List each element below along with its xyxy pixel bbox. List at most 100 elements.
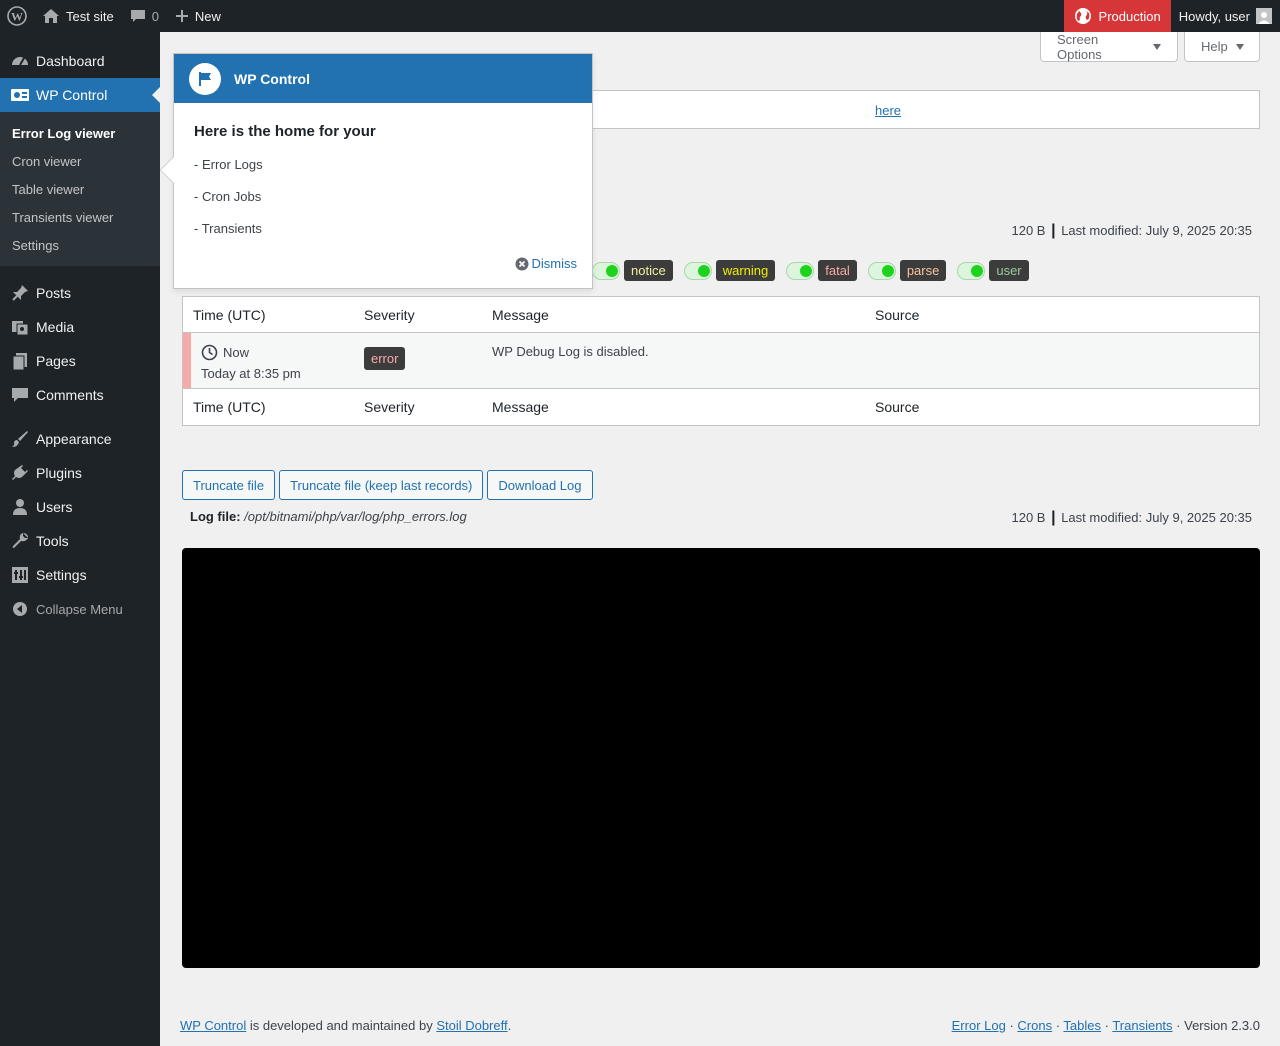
clock-icon <box>201 344 218 361</box>
sidebar-item-comments[interactable]: Comments <box>0 378 160 412</box>
filter-fatal[interactable]: fatal <box>786 260 857 281</box>
notice-link[interactable]: here <box>875 103 901 118</box>
footer-end-text: . <box>507 1018 512 1033</box>
sidebar-item-dashboard[interactable]: Dashboard <box>0 44 160 78</box>
sidebar-item-label: Appearance <box>36 431 112 447</box>
help-label: Help <box>1201 39 1228 54</box>
column-footer-source[interactable]: Source <box>875 399 1259 415</box>
wp-control-icon <box>10 85 30 105</box>
file-size: 120 B <box>1011 223 1046 238</box>
media-icon <box>10 317 30 337</box>
column-header-message[interactable]: Message <box>492 307 875 323</box>
sidebar-item-label: WP Control <box>36 87 108 103</box>
footer-link-crons[interactable]: Crons <box>1017 1018 1052 1033</box>
column-footer-message[interactable]: Message <box>492 399 875 415</box>
filter-notice[interactable]: notice <box>592 260 673 281</box>
toggle-switch[interactable] <box>786 261 815 280</box>
filter-parse[interactable]: parse <box>867 260 947 281</box>
truncate-file-button[interactable]: Truncate file <box>182 470 276 500</box>
file-meta-bottom: 120 B | Last modified: July 9, 2025 20:3… <box>1011 509 1252 527</box>
wordpress-logo-icon[interactable]: W <box>0 0 34 32</box>
submenu-cron-viewer[interactable]: Cron viewer <box>0 147 160 175</box>
sidebar-item-pages[interactable]: Pages <box>0 344 160 378</box>
sidebar-item-users[interactable]: Users <box>0 490 160 524</box>
site-name-link[interactable]: Test site <box>34 0 122 32</box>
download-log-button[interactable]: Download Log <box>487 470 593 500</box>
wrench-icon <box>10 531 30 551</box>
sidebar-item-wp-control[interactable]: WP Control <box>0 78 160 112</box>
last-modified: Last modified: July 9, 2025 20:35 <box>1061 223 1252 238</box>
globe-icon <box>1074 7 1092 25</box>
admin-sidebar: Dashboard WP Control Error Log viewer Cr… <box>0 32 160 1046</box>
footer-version: Version 2.3.0 <box>1184 1018 1260 1033</box>
site-name: Test site <box>66 8 114 24</box>
toggle-switch[interactable] <box>957 261 986 280</box>
screen-options-button[interactable]: Screen Options <box>1040 32 1178 62</box>
severity-badge: error <box>364 347 406 370</box>
environment-badge[interactable]: Production <box>1063 0 1171 32</box>
log-console[interactable] <box>182 548 1260 968</box>
toggle-switch[interactable] <box>867 261 896 280</box>
new-label: New <box>194 8 221 24</box>
column-footer-severity[interactable]: Severity <box>364 399 492 415</box>
comments-count: 0 <box>151 8 159 24</box>
sidebar-item-label: Settings <box>36 567 87 583</box>
filter-user[interactable]: user <box>957 260 1029 281</box>
column-header-source[interactable]: Source <box>875 307 1259 323</box>
sidebar-item-plugins[interactable]: Plugins <box>0 456 160 490</box>
sidebar-item-label: Dashboard <box>36 53 105 69</box>
severity-filters: notice warning fatal parse user <box>592 260 1040 281</box>
sidebar-item-label: Media <box>36 319 75 335</box>
footer-dot: · <box>1052 1018 1064 1033</box>
pin-icon <box>10 283 30 303</box>
filter-warning[interactable]: warning <box>683 260 776 281</box>
howdy-text: Howdy, user <box>1178 8 1250 24</box>
column-header-severity[interactable]: Severity <box>364 307 492 323</box>
footer-middle-text: is developed and maintained by <box>246 1018 437 1033</box>
submenu-settings[interactable]: Settings <box>0 231 160 259</box>
flag-icon <box>189 62 221 95</box>
sidebar-item-tools[interactable]: Tools <box>0 524 160 558</box>
pointer-item: - Error Logs <box>194 157 263 172</box>
footer-link-error-log[interactable]: Error Log <box>952 1018 1006 1033</box>
toggle-switch[interactable] <box>592 261 620 280</box>
footer-links: Error Log · Crons · Tables · Transients … <box>952 1018 1260 1033</box>
wp-control-submenu: Error Log viewer Cron viewer Table viewe… <box>0 112 160 266</box>
pointer-item: - Transients <box>194 221 262 236</box>
avatar <box>1256 8 1272 24</box>
submenu-table-viewer[interactable]: Table viewer <box>0 175 160 203</box>
sidebar-item-label: Pages <box>36 353 76 369</box>
comment-icon <box>10 385 30 405</box>
dismiss-label: Dismiss <box>531 256 578 271</box>
column-footer-time[interactable]: Time (UTC) <box>183 399 364 415</box>
new-content-link[interactable]: New <box>167 0 229 32</box>
collapse-menu-button[interactable]: Collapse Menu <box>0 592 160 626</box>
error-log-table: Time (UTC) Severity Message Source Now T… <box>182 296 1260 426</box>
my-account-link[interactable]: Howdy, user <box>1171 0 1280 32</box>
help-button[interactable]: Help <box>1184 32 1260 62</box>
toggle-switch[interactable] <box>683 261 712 280</box>
collapse-arrow-icon <box>10 599 30 619</box>
column-header-time[interactable]: Time (UTC) <box>183 307 364 323</box>
svg-text:W: W <box>11 10 23 24</box>
submenu-transients-viewer[interactable]: Transients viewer <box>0 203 160 231</box>
severity-stripe <box>183 333 191 388</box>
truncate-keep-button[interactable]: Truncate file (keep last records) <box>279 470 484 500</box>
sidebar-item-appearance[interactable]: Appearance <box>0 422 160 456</box>
footer-link-transients[interactable]: Transients <box>1112 1018 1172 1033</box>
footer-plugin-link[interactable]: WP Control <box>180 1018 246 1033</box>
sidebar-item-media[interactable]: Media <box>0 310 160 344</box>
sidebar-item-settings[interactable]: Settings <box>0 558 160 592</box>
pointer-heading: Here is the home for your <box>194 123 376 140</box>
admin-bar: W Test site 0 New Production Howdy, user <box>0 0 1280 32</box>
time-relative: Now <box>223 345 250 360</box>
footer-link-tables[interactable]: Tables <box>1063 1018 1101 1033</box>
footer-author-link[interactable]: Stoil Dobreff <box>436 1018 507 1033</box>
meta-separator: | <box>1051 222 1056 239</box>
sidebar-item-posts[interactable]: Posts <box>0 276 160 310</box>
comments-link[interactable]: 0 <box>122 0 167 32</box>
dismiss-button[interactable]: Dismiss <box>515 256 578 271</box>
brush-icon <box>10 429 30 449</box>
footer-credits: WP Control is developed and maintained b… <box>180 1018 511 1033</box>
submenu-error-log-viewer[interactable]: Error Log viewer <box>0 119 160 147</box>
